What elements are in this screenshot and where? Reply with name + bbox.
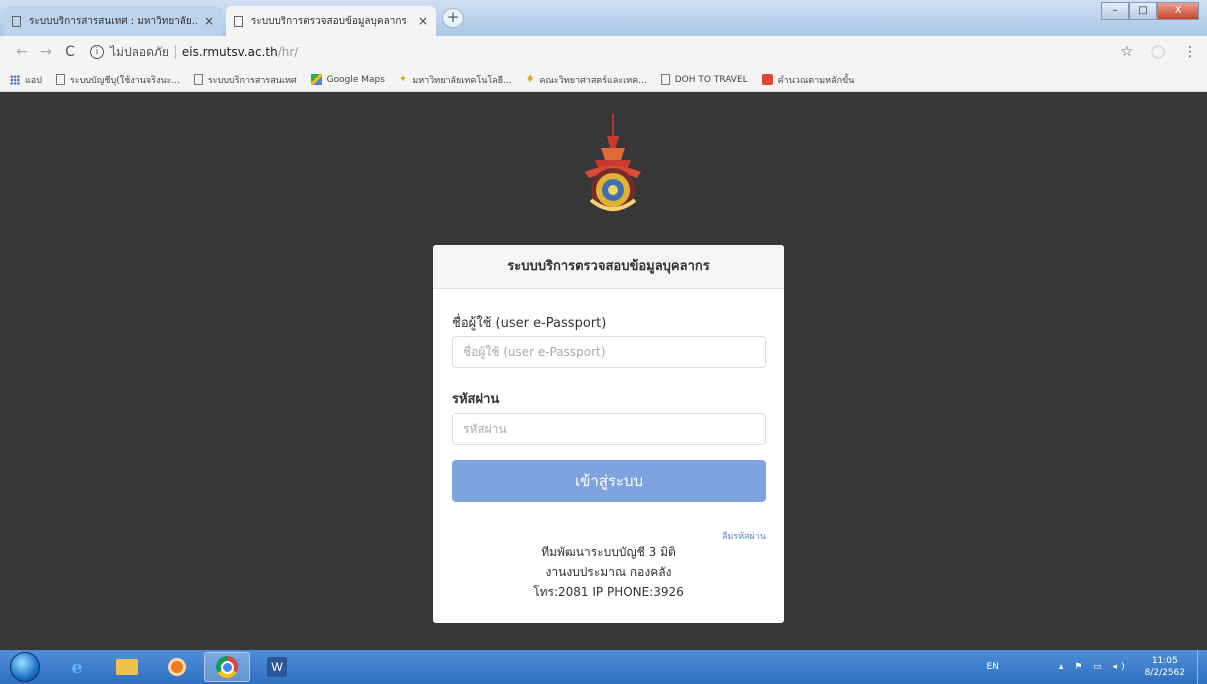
- taskbar-media-player[interactable]: [154, 652, 200, 682]
- bookmark-item[interactable]: ♦ คณะวิทยาศาสตร์และเทค...: [526, 73, 647, 87]
- start-button[interactable]: [10, 652, 40, 682]
- bookmark-label: คำนวณตามหลักขั้น: [777, 75, 855, 86]
- taskbar-word[interactable]: W: [254, 652, 300, 682]
- tray-icons[interactable]: ▴ ⚑ ▭ ◂): [1059, 662, 1129, 672]
- chrome-icon: [216, 656, 238, 678]
- login-title: ระบบบริการตรวจสอบข้อมูลบุคลากร: [433, 245, 784, 289]
- footer-line-team: ทีมพัฒนาระบบบัญชี 3 มิติ: [541, 545, 676, 559]
- taskbar-file-explorer[interactable]: [104, 652, 150, 682]
- back-icon[interactable]: ←: [10, 44, 34, 60]
- contact-info: ทีมพัฒนาระบบบัญชี 3 มิติ งานงบประมาณ กอง…: [433, 542, 784, 602]
- maps-icon: [310, 74, 322, 85]
- bookmark-label: คณะวิทยาศาสตร์และเทค...: [539, 75, 647, 86]
- bookmark-label: DOH TO TRAVEL: [674, 74, 748, 85]
- browser-titlebar: ระบบบริการสารสนเทศ : มหาวิทยาลัย... × ระ…: [0, 0, 1207, 36]
- separator: [174, 45, 176, 59]
- windows-taskbar: e W EN ▴ ⚑ ▭ ◂) 11:05 8/2/2562: [0, 650, 1207, 684]
- language-indicator[interactable]: EN: [986, 662, 998, 672]
- bookmark-item[interactable]: คำนวณตามหลักขั้น: [761, 73, 855, 87]
- clock-date: 8/2/2562: [1144, 668, 1185, 678]
- login-button[interactable]: เข้าสู่ระบบ: [452, 460, 766, 502]
- word-icon: W: [267, 657, 287, 677]
- bookmark-item[interactable]: ✦ มหาวิทยาลัยเทคโนโลยี...: [399, 73, 512, 87]
- new-tab-button[interactable]: +: [442, 8, 464, 28]
- apps-icon: [10, 74, 20, 85]
- forgot-password-link[interactable]: ลืมรหัสผ่าน: [722, 529, 766, 543]
- taskbar-internet-explorer[interactable]: e: [54, 652, 100, 682]
- red-app-icon: [761, 74, 773, 85]
- media-player-icon: [168, 658, 186, 676]
- bookmark-label: มหาวิทยาลัยเทคโนโลยี...: [412, 75, 512, 86]
- login-card: ระบบบริการตรวจสอบข้อมูลบุคลากร ชื่อผู้ใช…: [433, 245, 784, 623]
- bookmark-apps[interactable]: แอป: [10, 73, 42, 87]
- clock[interactable]: 11:05 8/2/2562: [1145, 655, 1185, 679]
- footer-line-phone: โทร:2081 IP PHONE:3926: [533, 585, 684, 599]
- url-path[interactable]: /hr/: [278, 45, 299, 59]
- internet-explorer-icon: e: [71, 656, 83, 678]
- tab-hr-check[interactable]: ระบบบริการตรวจสอบข้อมูลบุคลากร ×: [226, 6, 436, 36]
- close-window-button[interactable]: X: [1157, 2, 1199, 20]
- forward-icon[interactable]: →: [34, 44, 58, 60]
- clock-time: 11:05: [1151, 656, 1178, 666]
- page-icon: [660, 74, 670, 85]
- show-desktop-button[interactable]: [1197, 650, 1207, 684]
- footer-line-dept: งานงบประมาณ กองคลัง: [545, 565, 672, 579]
- extension-icon[interactable]: [1151, 45, 1165, 59]
- bookmark-google-maps[interactable]: Google Maps: [310, 74, 385, 85]
- close-icon[interactable]: ×: [418, 14, 428, 28]
- bookmark-label: Google Maps: [326, 74, 385, 85]
- close-icon[interactable]: ×: [204, 14, 214, 28]
- page-icon: [234, 15, 243, 27]
- username-input[interactable]: [452, 336, 766, 368]
- minimize-button[interactable]: –: [1101, 2, 1129, 20]
- window-controls: – □ X: [1101, 2, 1199, 20]
- maximize-button[interactable]: □: [1129, 2, 1157, 20]
- tab-label: ระบบบริการสารสนเทศ : มหาวิทยาลัย...: [29, 15, 198, 27]
- reload-icon[interactable]: C: [58, 44, 82, 60]
- folder-icon: [116, 659, 138, 675]
- bookmark-label: ระบบบัญชีบุ(ใช้งานจริงนะ...: [69, 75, 180, 86]
- bookmark-item[interactable]: ระบบบริการสารสนเทศ: [193, 73, 297, 87]
- taskbar-chrome[interactable]: [204, 652, 250, 682]
- bookmarks-bar: แอป ระบบบัญชีบุ(ใช้งานจริงนะ... ระบบบริก…: [0, 68, 1207, 92]
- tab-rmutsv-info[interactable]: ระบบบริการสารสนเทศ : มหาวิทยาลัย... ×: [4, 6, 222, 36]
- bookmark-item[interactable]: ระบบบัญชีบุ(ใช้งานจริงนะ...: [55, 73, 180, 87]
- star-icon: ✦: [398, 74, 408, 85]
- page-content: ระบบบริการตรวจสอบข้อมูลบุคลากร ชื่อผู้ใช…: [0, 92, 1207, 650]
- info-icon[interactable]: i: [90, 45, 104, 59]
- username-label: ชื่อผู้ใช้ (user e-Passport): [452, 316, 607, 331]
- page-icon: [55, 74, 65, 85]
- bookmark-doh-to-travel[interactable]: DOH TO TRAVEL: [660, 74, 748, 85]
- bookmark-star-icon[interactable]: ☆: [1120, 44, 1133, 60]
- university-emblem-logo: [585, 114, 641, 212]
- page-icon: [12, 15, 21, 27]
- bookmark-label: แอป: [25, 75, 42, 86]
- bookmark-label: ระบบบริการสารสนเทศ: [207, 75, 297, 86]
- page-icon: [193, 74, 203, 85]
- address-bar: ← → C i ไม่ปลอดภัย eis.rmutsv.ac.th /hr/…: [0, 36, 1207, 68]
- password-label: รหัสผ่าน: [452, 392, 500, 407]
- tab-label: ระบบบริการตรวจสอบข้อมูลบุคลากร: [251, 15, 407, 27]
- logo-icon: ♦: [525, 74, 535, 85]
- kebab-menu-icon[interactable]: ⋮: [1183, 44, 1197, 60]
- security-label[interactable]: ไม่ปลอดภัย: [110, 43, 169, 62]
- url-host[interactable]: eis.rmutsv.ac.th: [182, 45, 278, 59]
- system-tray: EN ▴ ⚑ ▭ ◂) 11:05 8/2/2562: [986, 655, 1197, 679]
- password-input[interactable]: [452, 413, 766, 445]
